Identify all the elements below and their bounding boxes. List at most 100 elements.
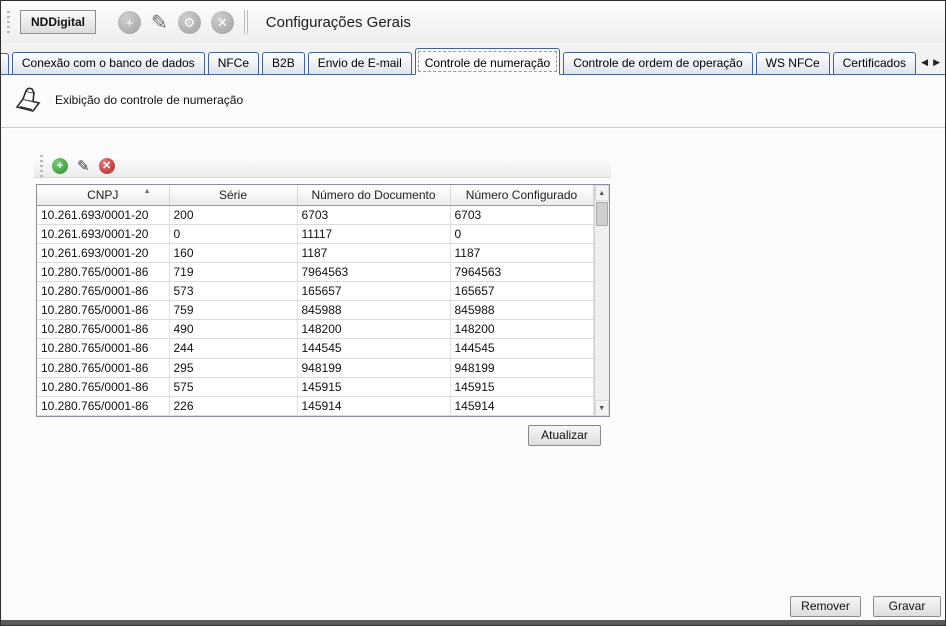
table-cell[interactable]: 948199 [450, 358, 593, 377]
table-row[interactable]: 10.280.765/0001-86759845988845988 [37, 301, 593, 320]
table-cell[interactable]: 10.280.765/0001-86 [37, 262, 169, 281]
grid-toolbar: + ✎ ✕ [34, 155, 611, 178]
table-cell[interactable]: 7964563 [297, 262, 450, 281]
section-header: Exibição do controle de numeração [13, 85, 243, 115]
table-cell[interactable]: 200 [169, 205, 297, 224]
table-cell[interactable]: 145915 [450, 377, 593, 396]
grid-toolbar-grip [40, 155, 43, 177]
numbering-table: CNPJ ▲ Série Número do Documento Número … [37, 185, 594, 416]
table-cell[interactable]: 6703 [450, 205, 593, 224]
table-row[interactable]: 10.280.765/0001-8671979645637964563 [37, 262, 593, 281]
table-cell[interactable]: 10.280.765/0001-86 [37, 396, 169, 415]
table-cell[interactable]: 10.280.765/0001-86 [37, 320, 169, 339]
nddigital-button[interactable]: NDDigital [20, 10, 96, 34]
table-cell[interactable]: 244 [169, 339, 297, 358]
table-cell[interactable]: 0 [169, 224, 297, 243]
tab-b2b[interactable]: B2B [262, 52, 305, 74]
numbering-stamp-icon [13, 85, 43, 115]
table-row[interactable]: 10.280.765/0001-86295948199948199 [37, 358, 593, 377]
settings-icon[interactable]: ⚙ [178, 11, 201, 34]
edit-icon[interactable]: ✎ [151, 10, 168, 35]
table-row[interactable]: 10.280.765/0001-86490148200148200 [37, 320, 593, 339]
table-cell[interactable]: 6703 [297, 205, 450, 224]
table-cell[interactable]: 10.280.765/0001-86 [37, 339, 169, 358]
table-cell[interactable]: 490 [169, 320, 297, 339]
column-header-numero-documento[interactable]: Número do Documento [297, 185, 450, 205]
scroll-down-icon[interactable]: ▼ [595, 400, 610, 416]
tab-scroll-right-icon[interactable]: ▶ [933, 57, 940, 68]
scrollbar-track[interactable] [595, 227, 610, 400]
app-window: NDDigital + ✎ ⚙ ✕ Configurações Gerais C… [0, 0, 946, 626]
table-cell[interactable]: 10.280.765/0001-86 [37, 301, 169, 320]
section-divider [1, 127, 945, 129]
table-cell[interactable]: 144545 [450, 339, 593, 358]
table-cell[interactable]: 144545 [297, 339, 450, 358]
table-row[interactable]: 10.261.693/0001-2016011871187 [37, 243, 593, 262]
table-cell[interactable]: 10.280.765/0001-86 [37, 377, 169, 396]
table-cell[interactable]: 759 [169, 301, 297, 320]
tab-strip-tabs: Conexão com o banco de dadosNFCeB2BEnvio… [12, 48, 919, 74]
table-row[interactable]: 10.280.765/0001-86573165657165657 [37, 282, 593, 301]
gravar-button[interactable]: Gravar [873, 596, 941, 617]
table-row[interactable]: 10.280.765/0001-86226145914145914 [37, 396, 593, 415]
table-cell[interactable]: 226 [169, 396, 297, 415]
tab-partial[interactable] [0, 53, 9, 74]
table-cell[interactable]: 148200 [297, 320, 450, 339]
grid-add-icon[interactable]: + [52, 158, 68, 174]
table-cell[interactable]: 10.280.765/0001-86 [37, 358, 169, 377]
numbering-grid: CNPJ ▲ Série Número do Documento Número … [36, 184, 610, 417]
grid-delete-icon[interactable]: ✕ [99, 158, 115, 174]
scrollbar-thumb[interactable] [596, 202, 609, 226]
column-header-numero-configurado[interactable]: Número Configurado [450, 185, 593, 205]
tab-controle-de-numeracao[interactable]: Controle de numeração [415, 48, 560, 75]
scroll-up-icon[interactable]: ▲ [595, 185, 610, 201]
table-row[interactable]: 10.280.765/0001-86575145915145915 [37, 377, 593, 396]
tab-strip: Conexão com o banco de dadosNFCeB2BEnvio… [1, 43, 945, 75]
table-cell[interactable]: 948199 [297, 358, 450, 377]
close-icon[interactable]: ✕ [211, 11, 234, 34]
table-cell[interactable]: 10.261.693/0001-20 [37, 224, 169, 243]
table-cell[interactable]: 145914 [450, 396, 593, 415]
tab-scroll-arrows: ◀ ▶ [921, 57, 940, 68]
table-cell[interactable]: 575 [169, 377, 297, 396]
table-cell[interactable]: 145915 [297, 377, 450, 396]
table-cell[interactable]: 845988 [297, 301, 450, 320]
atualizar-button[interactable]: Atualizar [528, 425, 601, 446]
table-cell[interactable]: 719 [169, 262, 297, 281]
table-cell[interactable]: 573 [169, 282, 297, 301]
table-cell[interactable]: 10.280.765/0001-86 [37, 282, 169, 301]
table-row[interactable]: 10.261.693/0001-200111170 [37, 224, 593, 243]
column-header-serie[interactable]: Série [169, 185, 297, 205]
tab-scroll-left-icon[interactable]: ◀ [921, 57, 928, 68]
grid-edit-icon[interactable]: ✎ [77, 157, 90, 175]
sort-icon: ▲ [144, 188, 151, 195]
remover-button[interactable]: Remover [790, 596, 861, 617]
table-cell[interactable]: 11117 [297, 224, 450, 243]
table-cell[interactable]: 845988 [450, 301, 593, 320]
tab-conexao-com-o-banco-de-dados[interactable]: Conexão com o banco de dados [12, 52, 205, 74]
table-row[interactable]: 10.280.765/0001-86244144545144545 [37, 339, 593, 358]
table-cell[interactable]: 7964563 [450, 262, 593, 281]
tab-controle-de-ordem-de-operacao[interactable]: Controle de ordem de operação [563, 52, 752, 74]
tab-nfce[interactable]: NFCe [208, 52, 259, 74]
table-cell[interactable]: 295 [169, 358, 297, 377]
table-cell[interactable]: 1187 [297, 243, 450, 262]
table-cell[interactable]: 10.261.693/0001-20 [37, 243, 169, 262]
table-cell[interactable]: 145914 [297, 396, 450, 415]
table-cell[interactable]: 160 [169, 243, 297, 262]
table-cell[interactable]: 1187 [450, 243, 593, 262]
table-row[interactable]: 10.261.693/0001-2020067036703 [37, 205, 593, 224]
grid-scrollbar[interactable]: ▲ ▼ [594, 185, 610, 416]
tab-certificados[interactable]: Certificados [833, 52, 916, 74]
table-cell[interactable]: 0 [450, 224, 593, 243]
tab-envio-de-e-mail[interactable]: Envio de E-mail [308, 52, 412, 74]
table-cell[interactable]: 148200 [450, 320, 593, 339]
tab-ws-nfce[interactable]: WS NFCe [756, 52, 830, 74]
table-cell[interactable]: 10.261.693/0001-20 [37, 205, 169, 224]
column-header-cnpj[interactable]: CNPJ ▲ [37, 185, 169, 205]
table-header-row: CNPJ ▲ Série Número do Documento Número … [37, 185, 593, 205]
add-icon[interactable]: + [118, 11, 141, 34]
table-cell[interactable]: 165657 [297, 282, 450, 301]
table-cell[interactable]: 165657 [450, 282, 593, 301]
section-title: Exibição do controle de numeração [55, 93, 243, 107]
